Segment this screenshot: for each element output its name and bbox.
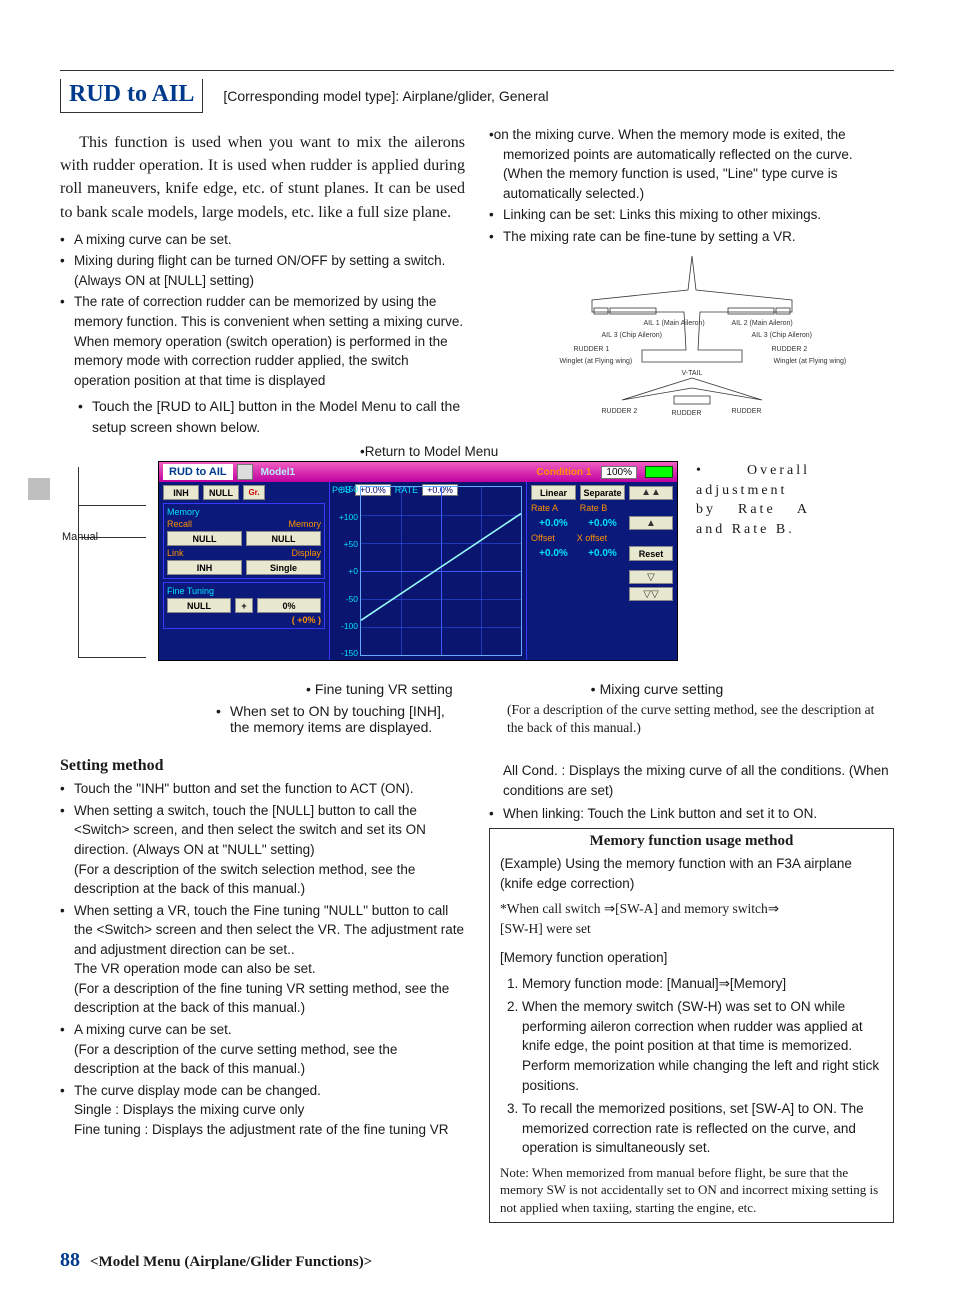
section-tab (28, 478, 50, 500)
fine-tuning-callout: Fine tuning VR setting (306, 681, 453, 697)
offset-value[interactable]: +0.0% (531, 548, 576, 559)
footer-title: <Model Menu (Airplane/Glider Functions)> (90, 1254, 372, 1271)
setup-screen: RUD to AIL Model1 Condition 1 100% INH N… (158, 461, 678, 661)
touch-instruction: Touch the [RUD to AIL] button in the Mod… (60, 396, 465, 438)
aircraft-diagram: AIL 1 (Main Aileron) AIL 2 (Main Aileron… (562, 250, 822, 420)
screen-title-button[interactable]: RUD to AIL (163, 464, 233, 480)
rate-a-label: Rate A (531, 503, 558, 513)
diagram-label: RUDDER (672, 410, 702, 417)
diagram-label: RUDDER (732, 408, 762, 415)
list-item: When linking: Touch the Link button and … (489, 804, 894, 824)
offset-label: Offset (531, 533, 555, 543)
fine-tuning-group-label: Fine Tuning (167, 586, 321, 596)
list-item: Touch the "INH" button and set the funct… (60, 779, 465, 799)
diagram-label: Winglet (at Flying wing) (560, 358, 633, 365)
rate-b-value[interactable]: +0.0% (580, 518, 625, 529)
list-item: Linking can be set: Links this mixing to… (489, 205, 894, 225)
inh-button[interactable]: INH (163, 485, 199, 500)
curve-method-note: (For a description of the curve setting … (507, 701, 894, 737)
battery-percent: 100% (601, 466, 637, 479)
inh-on-note: When set to ON by touching [INH], the me… (230, 703, 465, 735)
memory-warning-note: Note: When memorized from manual before … (490, 1164, 893, 1217)
double-up-icon[interactable]: ▲▲ (629, 486, 673, 500)
diagram-label: AIL 2 (Main Aileron) (732, 320, 793, 327)
diagram-label: V-TAIL (682, 370, 703, 377)
setting-method-heading: Setting method (60, 757, 465, 775)
diagram-label: AIL 3 (Chip Aileron) (752, 332, 812, 339)
memory-group-label: Memory (167, 507, 321, 517)
curve-graph: POS+0.0% RATE+0.0% +150+100 +50+0 -50-10… (329, 482, 527, 660)
list-item: •on the mixing curve. When the memory mo… (489, 125, 894, 203)
memory-example: (Example) Using the memory function with… (500, 854, 883, 893)
up-icon[interactable]: ▲ (629, 516, 673, 530)
list-item: When setting a VR, touch the Fine tuning… (60, 901, 465, 1018)
switch-setup-note: *When call switch ⇒[SW-A] and memory swi… (500, 899, 883, 938)
page-number: 88 (60, 1249, 80, 1272)
link-button[interactable]: INH (167, 560, 242, 575)
list-item: When setting a switch, touch the [NULL] … (60, 801, 465, 899)
diagram-label: AIL 1 (Main Aileron) (644, 320, 705, 327)
list-item: The curve display mode can be changed. S… (60, 1081, 465, 1140)
curve-type-button[interactable]: Linear (531, 485, 576, 500)
fine-tuning-mode-button[interactable]: + (235, 598, 253, 613)
diagram-label: RUDDER 1 (574, 346, 610, 353)
double-down-icon[interactable]: ▽▽ (629, 587, 673, 601)
separate-button[interactable]: Separate (580, 485, 625, 500)
memory-steps: Memory function mode: [Manual]⇒[Memory] … (500, 974, 883, 1158)
x-offset-label: X offset (577, 533, 607, 543)
switch-null-button[interactable]: NULL (203, 485, 239, 500)
x-offset-value[interactable]: +0.0% (580, 548, 625, 559)
rate-b-label: Rate B (580, 503, 608, 513)
diagram-label: RUDDER 2 (772, 346, 808, 353)
memory-function-heading: Memory function usage method (490, 833, 893, 850)
diagram-label: Winglet (at Flying wing) (774, 358, 847, 365)
battery-icon (645, 466, 673, 478)
list-item: To recall the memorized positions, set [… (522, 1099, 883, 1158)
feature-list-left: A mixing curve can be set. Mixing during… (60, 230, 465, 391)
memory-function-box: Memory function usage method (Example) U… (489, 828, 894, 1224)
mixing-curve-callout: Mixing curve setting (591, 681, 724, 697)
condition-name: Condition 1 (536, 467, 591, 478)
group-button[interactable]: Gr. (243, 485, 265, 500)
diagram-label: RUDDER 2 (602, 408, 638, 415)
recall-switch-button[interactable]: NULL (167, 531, 242, 546)
model-name: Model1 (261, 467, 295, 478)
rate-a-value[interactable]: +0.0% (531, 518, 576, 529)
down-icon[interactable]: ▽ (629, 570, 673, 584)
model-type: [Corresponding model type]: Airplane/gli… (223, 88, 548, 104)
list-item: A mixing curve can be set. (60, 230, 465, 250)
diagram-label: AIL 3 (Chip Aileron) (602, 332, 662, 339)
fine-tuning-vr-button[interactable]: NULL (167, 598, 231, 613)
page-title: RUD to AIL (60, 79, 203, 113)
list-item: Mixing during flight can be turned ON/OF… (60, 251, 465, 290)
memory-switch-button[interactable]: NULL (246, 531, 321, 546)
back-icon[interactable] (237, 464, 253, 480)
memory-op-heading: [Memory function operation] (500, 948, 883, 968)
recall-label: Recall (167, 519, 192, 529)
fine-tuning-value: ( +0% ) (167, 615, 321, 625)
rate-adjust-note: Overall adjustment by Rate A and Rate B. (690, 461, 810, 539)
fine-tuning-rate-button[interactable]: 0% (257, 598, 321, 613)
return-link-label: Return to Model Menu (360, 444, 894, 459)
callout-lines: Manual (60, 461, 146, 673)
reset-button[interactable]: Reset (629, 546, 673, 561)
feature-list-right: •on the mixing curve. When the memory mo… (489, 125, 894, 246)
list-item: When the memory switch (SW-H) was set to… (522, 997, 883, 1095)
link-label: Link (167, 548, 184, 558)
all-cond-note: All Cond. : Displays the mixing curve of… (489, 761, 894, 800)
memory-label: Memory (288, 519, 321, 529)
list-item: The mixing rate can be fine-tune by sett… (489, 227, 894, 247)
list-item: The rate of correction rudder can be mem… (60, 292, 465, 390)
display-mode-button[interactable]: Single (246, 560, 321, 575)
list-item: A mixing curve can be set. (For a descri… (60, 1020, 465, 1079)
intro-paragraph: This function is used when you want to m… (60, 131, 465, 224)
display-label: Display (291, 548, 321, 558)
setting-method-list: Touch the "INH" button and set the funct… (60, 779, 465, 1139)
list-item: Memory function mode: [Manual]⇒[Memory] (522, 974, 883, 994)
